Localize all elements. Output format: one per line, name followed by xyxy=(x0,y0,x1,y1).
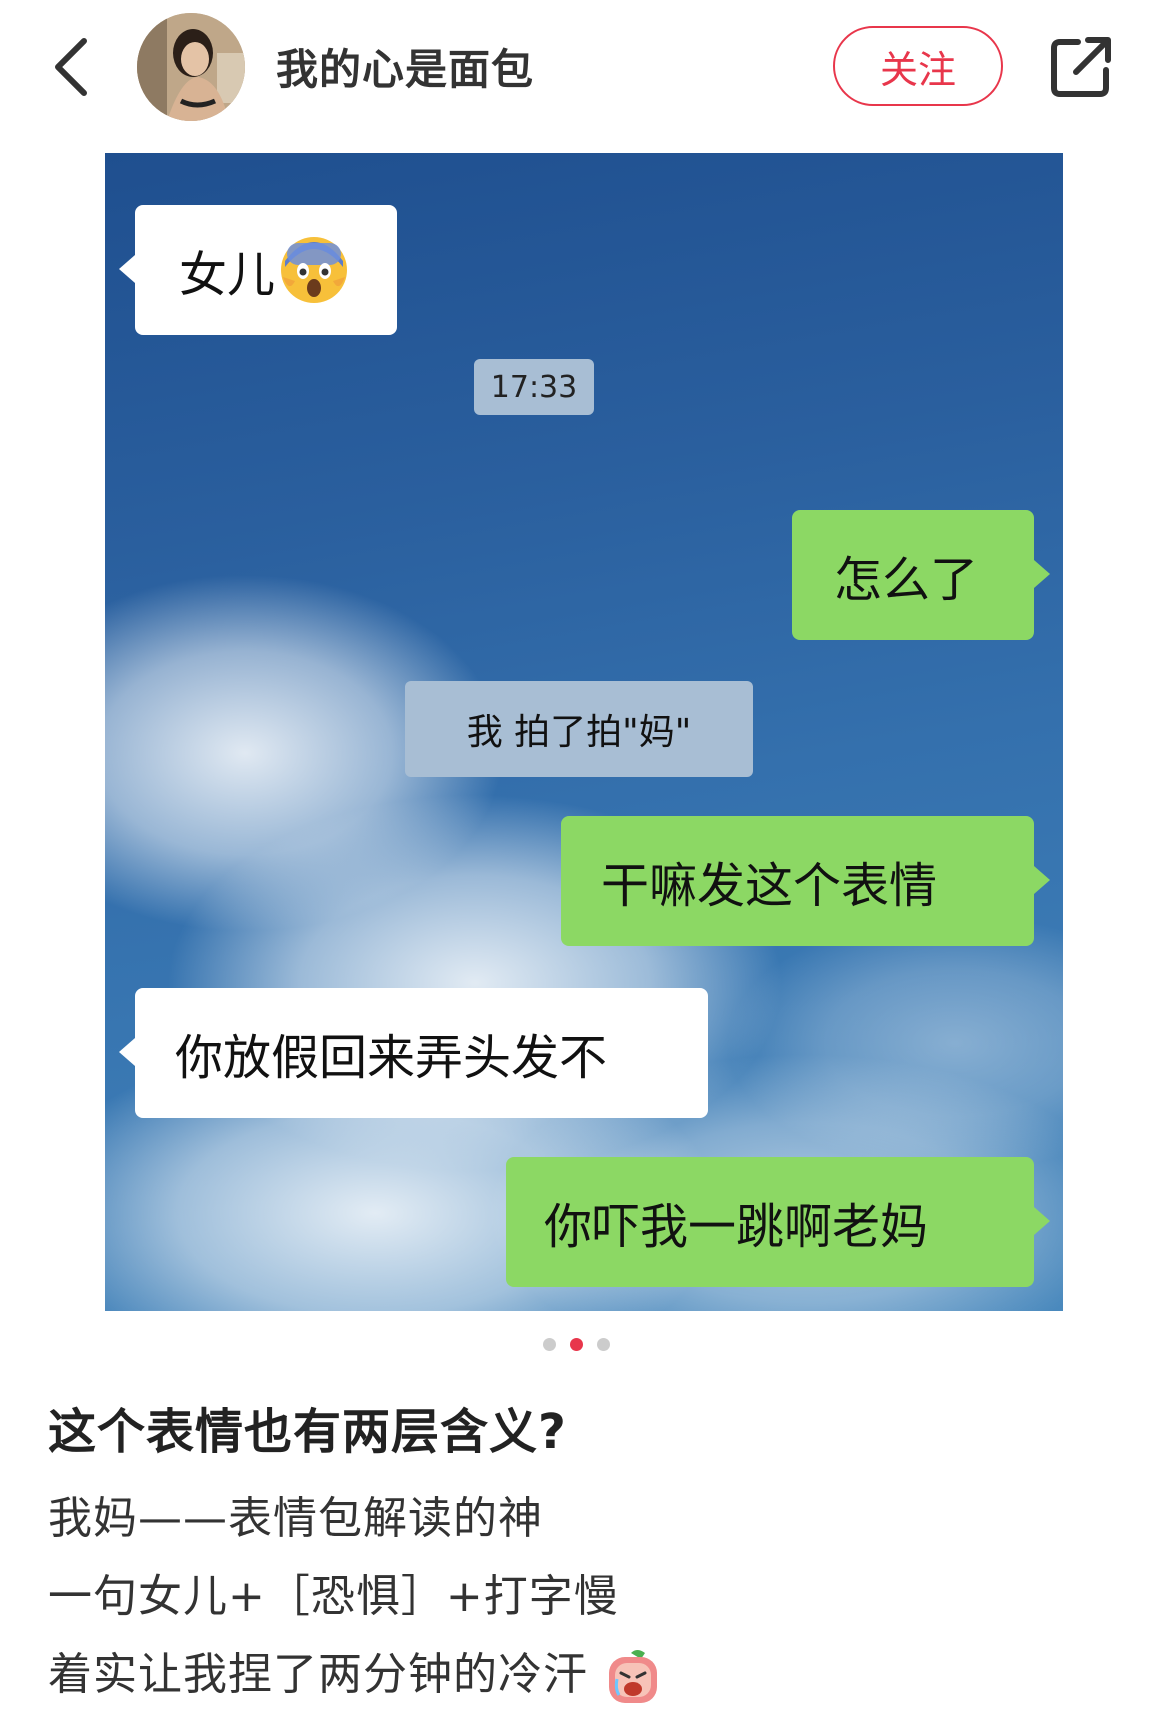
message-bubble-outgoing: 你吓我一跳啊老妈 xyxy=(506,1157,1050,1287)
post-title: 这个表情也有两层含义? xyxy=(48,1404,567,1460)
post-body-line: 我妈——表情包解读的神 xyxy=(48,1493,543,1544)
pager-dot[interactable] xyxy=(543,1338,556,1351)
message-text: 干嘛发这个表情 xyxy=(601,858,938,914)
message-text: 女儿 xyxy=(179,247,276,303)
pager-dot[interactable] xyxy=(597,1338,610,1351)
message-text: 你吓我一跳啊老妈 xyxy=(544,1199,929,1255)
share-icon[interactable] xyxy=(1048,34,1114,100)
back-arrow-icon[interactable] xyxy=(50,35,94,99)
crying-face-sticker-icon xyxy=(609,1650,657,1703)
post-image[interactable]: 女儿 17:33 怎么了 我 拍了拍"妈" 干嘛发这个表情 你放假回来弄头发不 … xyxy=(105,153,1063,1311)
fearful-face-icon xyxy=(281,237,348,303)
message-bubble-incoming: 女儿 xyxy=(119,205,397,335)
message-bubble-outgoing: 怎么了 xyxy=(792,510,1050,640)
timestamp: 17:33 xyxy=(474,359,594,415)
image-pager xyxy=(543,1338,610,1351)
post-body-line-with-emoji: 着实让我捏了两分钟的冷汗 xyxy=(48,1638,659,1705)
follow-button[interactable]: 关注 xyxy=(833,26,1003,106)
message-bubble-outgoing: 干嘛发这个表情 xyxy=(561,816,1050,946)
username[interactable]: 我的心是面包 xyxy=(276,36,534,97)
post-header: 我的心是面包 关注 xyxy=(0,0,1170,140)
post-body-text: 着实让我捏了两分钟的冷汗 xyxy=(48,1649,588,1700)
pat-notification: 我 拍了拍"妈" xyxy=(405,681,753,777)
message-text: 你放假回来弄头发不 xyxy=(175,1030,608,1086)
pager-dot-active[interactable] xyxy=(570,1338,583,1351)
message-text: 怎么了 xyxy=(834,552,979,608)
message-bubble-incoming: 你放假回来弄头发不 xyxy=(119,988,708,1118)
post-body-line: 一句女儿+［恐惧］+打字慢 xyxy=(48,1571,619,1622)
avatar[interactable] xyxy=(137,13,245,121)
